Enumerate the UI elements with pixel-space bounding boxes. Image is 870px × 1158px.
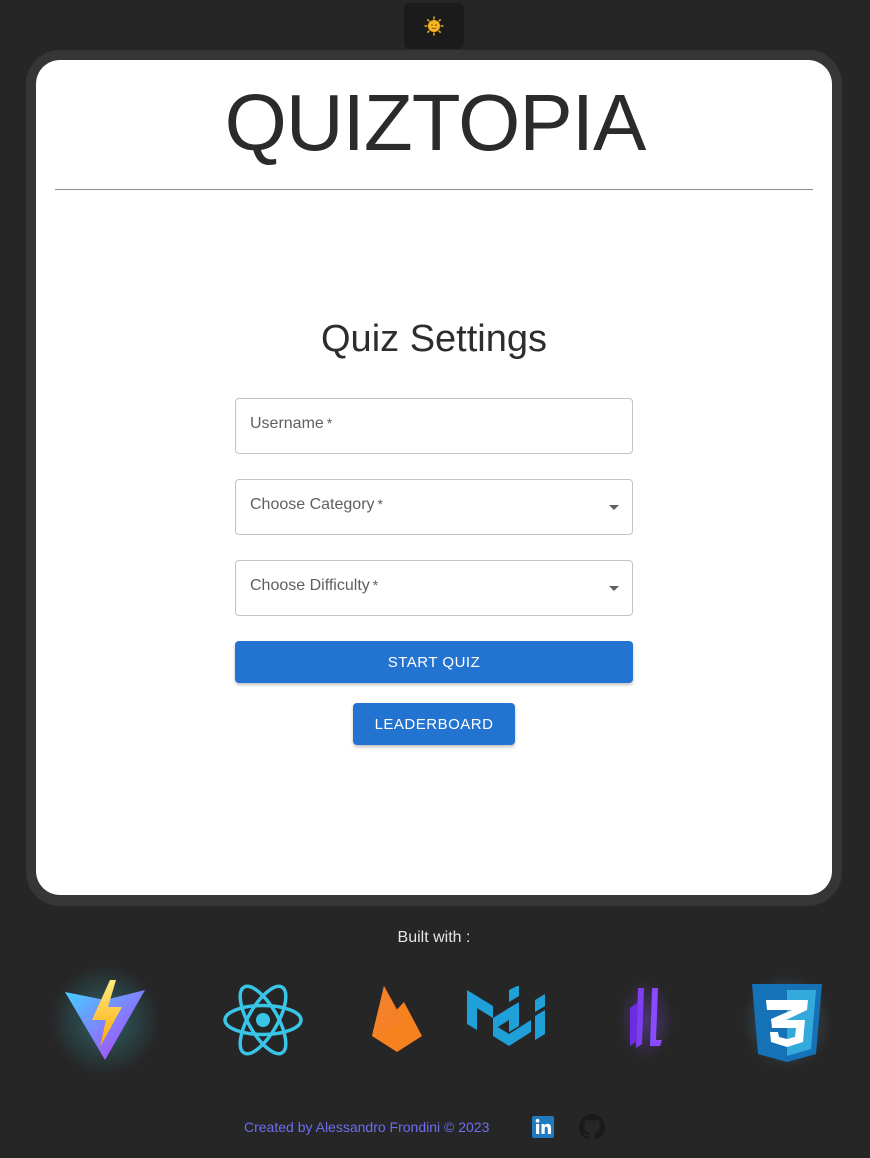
github-link[interactable]	[579, 1114, 605, 1145]
title-divider	[55, 189, 813, 190]
username-field[interactable]: Username *	[235, 398, 633, 454]
leaderboard-button[interactable]: LEADERBOARD	[353, 703, 515, 745]
react-logo	[223, 984, 303, 1056]
username-label: Username *	[250, 415, 333, 432]
difficulty-label: Choose Difficulty *	[250, 577, 379, 594]
firebase-logo	[372, 986, 422, 1052]
start-quiz-button[interactable]: START QUIZ	[235, 641, 633, 683]
ls-logo	[618, 980, 674, 1060]
vite-logo	[50, 965, 160, 1075]
linkedin-link[interactable]	[530, 1114, 556, 1145]
github-icon	[579, 1114, 605, 1140]
difficulty-select[interactable]: Choose Difficulty *	[235, 560, 633, 616]
category-select[interactable]: Choose Category *	[235, 479, 633, 535]
built-with-label: Built with :	[397, 929, 471, 946]
category-dropdown-icon	[609, 505, 619, 510]
main-card	[36, 60, 832, 895]
difficulty-dropdown-icon	[609, 586, 619, 591]
app-title: QUIZTOPIA	[224, 78, 647, 167]
category-label: Choose Category *	[250, 496, 383, 513]
sun-icon	[424, 16, 444, 36]
footer-credit: Created by Alessandro Frondini © 2023	[244, 1119, 490, 1135]
linkedin-icon	[532, 1116, 554, 1138]
css3-logo	[742, 974, 832, 1070]
settings-title: Quiz Settings	[321, 318, 547, 360]
mui-logo	[467, 986, 545, 1046]
theme-toggle-button[interactable]	[404, 3, 464, 49]
